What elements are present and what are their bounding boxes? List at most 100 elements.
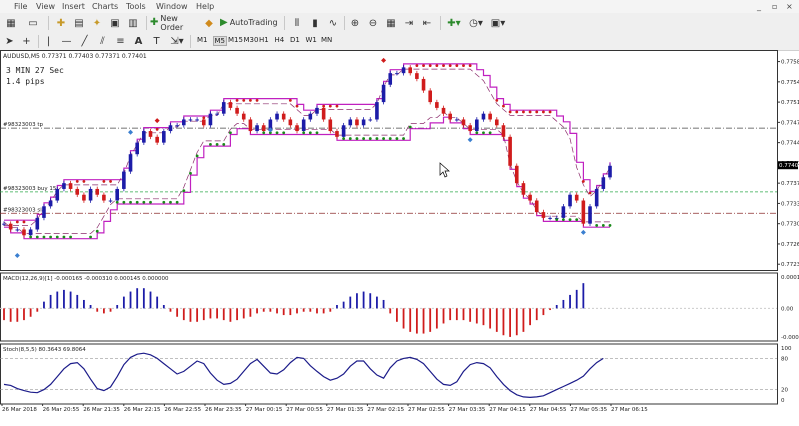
zoom-out-icon[interactable]: ⊖ — [366, 16, 380, 30]
sar-dot — [422, 64, 425, 68]
price-tick-label: 0.77440 — [781, 141, 799, 147]
market-watch-icon[interactable]: ✚ — [54, 16, 68, 30]
indicators-icon[interactable]: ✚▾ — [444, 16, 464, 30]
sar-dot — [275, 131, 279, 135]
price-tick-label: 0.77580 — [781, 60, 799, 66]
text-label-icon[interactable]: T — [150, 35, 163, 48]
price-tick-label: 0.77230 — [781, 262, 799, 268]
price-tick-label: 0.77265 — [781, 242, 799, 248]
sar-dot — [222, 142, 226, 146]
candle-body — [341, 125, 346, 137]
sar-dot — [15, 220, 19, 224]
arrows-icon[interactable]: ⇲▾ — [168, 35, 186, 48]
profiles-icon[interactable]: ▭ — [26, 16, 40, 30]
menu-window[interactable]: Window — [156, 2, 188, 11]
timeframe-m1[interactable]: M1 — [197, 36, 208, 44]
sar-dot — [542, 110, 545, 114]
sar-dot — [35, 235, 39, 239]
candle-body — [248, 119, 253, 132]
trendline-icon[interactable]: ╱ — [78, 35, 91, 48]
chart-svg[interactable]: AUDUSD,M5 0.77371 0.77403 0.77371 0.7740… — [0, 50, 799, 424]
sar-dot — [348, 137, 352, 140]
new-order-button[interactable]: ✚ New Order — [150, 14, 200, 32]
menu-file[interactable]: File — [14, 2, 27, 11]
candle-body — [521, 183, 526, 195]
text-icon[interactable]: A — [132, 35, 145, 48]
menu-tools[interactable]: Tools — [126, 2, 146, 11]
candle-body — [88, 188, 93, 201]
new-chart-icon[interactable]: ▦ — [4, 16, 18, 30]
sar-dot — [42, 235, 46, 239]
timeframe-mn[interactable]: MN — [321, 36, 332, 44]
sar-dot — [229, 131, 232, 135]
candle-body — [195, 119, 199, 121]
sar-dot — [195, 154, 199, 158]
timeframe-h1[interactable]: H1 — [259, 36, 269, 44]
fibonacci-icon[interactable]: ≡ — [114, 35, 127, 48]
horizontal-line-icon[interactable]: — — [60, 35, 73, 48]
autotrading-button[interactable]: ▶ AutoTrading — [220, 15, 280, 30]
menu-insert[interactable]: Insert — [62, 2, 85, 11]
candle-body — [375, 102, 379, 120]
periods-icon[interactable]: ◷▾ — [466, 16, 486, 30]
sar-dot — [435, 64, 439, 68]
timeframe-m30[interactable]: M30 — [244, 36, 259, 44]
line-chart-icon[interactable]: ∿ — [326, 16, 340, 30]
sar-dot — [302, 131, 306, 135]
minimize-icon[interactable]: _ — [757, 2, 761, 11]
navigator-icon[interactable]: ✦ — [90, 16, 104, 30]
timeframe-h4[interactable]: H4 — [275, 36, 285, 44]
strategy-tester-icon[interactable]: ▥ — [126, 16, 140, 30]
candle-body — [395, 73, 399, 75]
auto-scroll-icon[interactable]: ⇥ — [402, 16, 416, 30]
close-icon[interactable]: × — [786, 2, 793, 11]
terminal-icon[interactable]: ▣ — [108, 16, 122, 30]
candle-body — [155, 136, 159, 143]
menu-view[interactable]: View — [36, 2, 55, 11]
menu-charts[interactable]: Charts — [92, 2, 118, 11]
expert-icon[interactable]: ◆ — [202, 16, 216, 30]
zoom-in-icon[interactable]: ⊕ — [348, 16, 362, 30]
vertical-line-icon[interactable]: | — [42, 35, 55, 48]
time-tick-label: 27 Mar 00:15 — [246, 407, 283, 413]
macd-tick-label: -0.0001 — [781, 335, 799, 341]
timeframe-w1[interactable]: W1 — [306, 36, 317, 44]
restore-icon[interactable]: ▫ — [772, 2, 777, 11]
candle-body — [15, 229, 20, 231]
data-window-icon[interactable]: ▤ — [72, 16, 86, 30]
chart-window[interactable]: AUDUSD,M5 0.77371 0.77403 0.77371 0.7740… — [0, 50, 799, 424]
timeframe-d1[interactable]: D1 — [290, 36, 300, 44]
sar-dot — [155, 127, 159, 131]
menu-help[interactable]: Help — [196, 2, 214, 11]
sar-dot — [135, 200, 139, 204]
tile-windows-icon[interactable]: ▦ — [384, 16, 398, 30]
sar-dot — [89, 235, 92, 239]
sar-dot — [149, 200, 152, 204]
candle-body — [361, 119, 366, 126]
cursor-icon[interactable]: ➤ — [3, 35, 16, 48]
candle-body — [42, 206, 46, 218]
sar-dot — [169, 200, 172, 204]
candle-body — [288, 119, 293, 126]
candle-body — [102, 194, 106, 201]
time-tick-label: 26 Mar 20:55 — [43, 407, 80, 413]
candlestick-icon[interactable]: ▮ — [308, 16, 322, 30]
sar-dot — [548, 110, 552, 114]
candle-body — [388, 73, 393, 85]
sar-dot — [75, 180, 79, 183]
equidistant-channel-icon[interactable]: ⫽ — [96, 35, 109, 48]
templates-icon[interactable]: ▣▾ — [488, 16, 508, 30]
candle-body — [301, 119, 306, 132]
bar-chart-icon[interactable]: ⫴ — [290, 16, 304, 30]
candle-body — [368, 119, 373, 121]
candle-body — [588, 206, 592, 224]
crosshair-icon[interactable]: + — [20, 35, 33, 48]
timeframe-m5[interactable]: M5 — [212, 36, 227, 46]
chart-shift-icon[interactable]: ⇤ — [420, 16, 434, 30]
candle-body — [48, 200, 53, 207]
candle-body — [381, 84, 386, 103]
tp-label: #98323003 tp — [3, 122, 44, 128]
sar-dot — [335, 104, 339, 108]
timeframe-m15[interactable]: M15 — [228, 36, 243, 44]
sar-dot — [528, 110, 532, 114]
